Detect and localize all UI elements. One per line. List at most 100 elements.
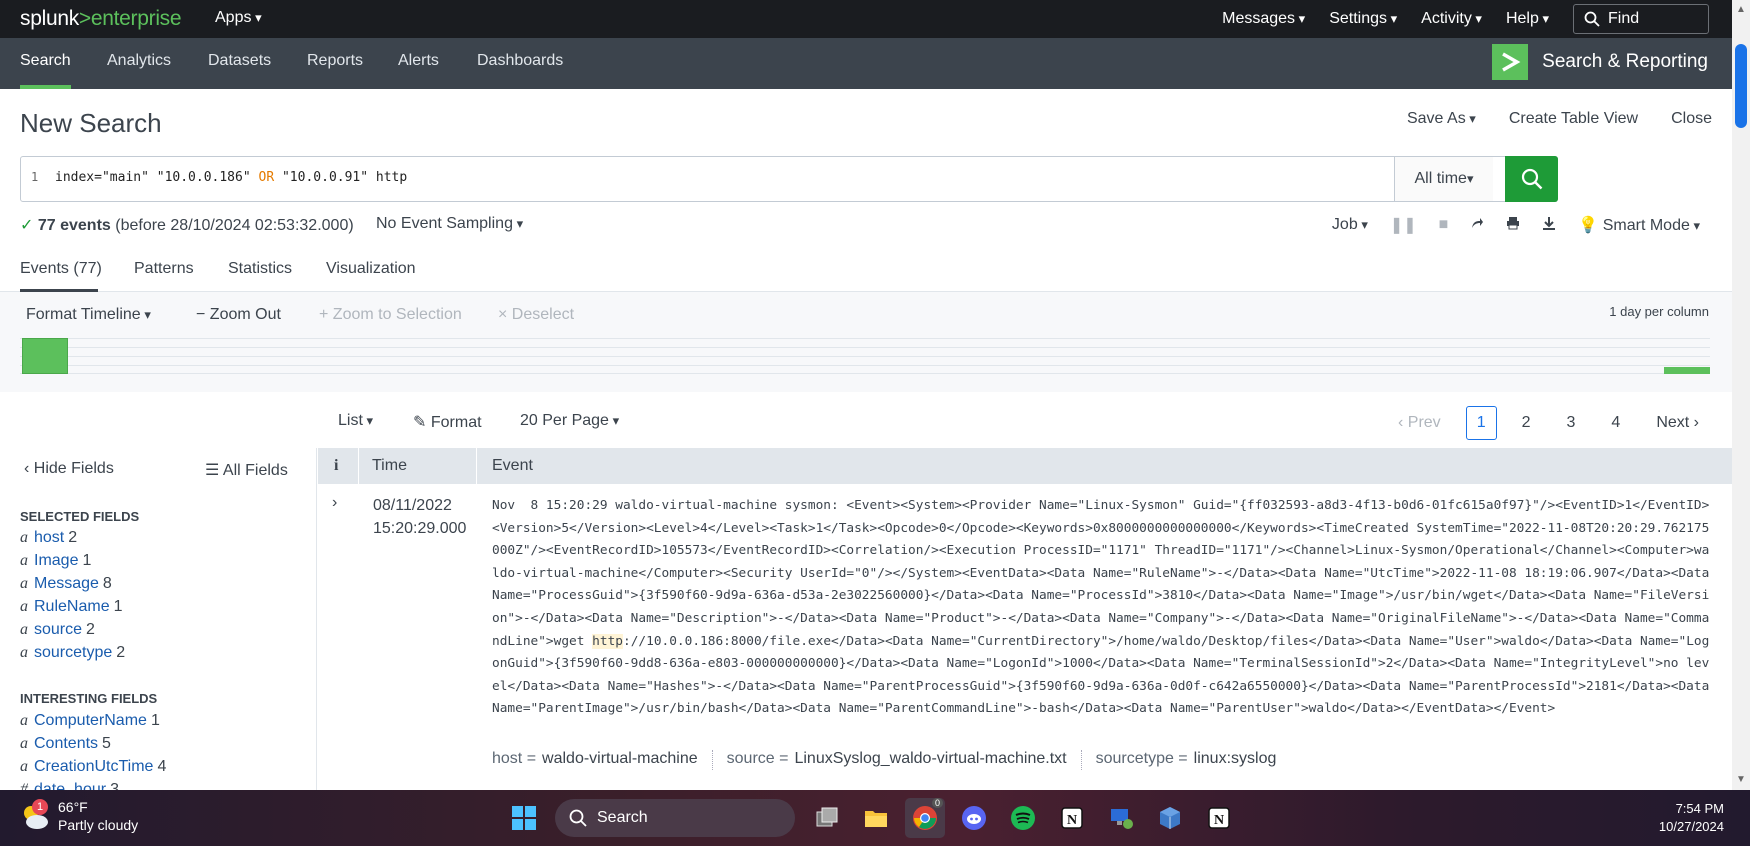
tab-patterns[interactable]: Patterns (134, 260, 194, 278)
nav-analytics[interactable]: Analytics (107, 52, 171, 70)
activity-menu[interactable]: Activity (1421, 10, 1482, 28)
list-icon: ☰ (205, 462, 223, 479)
prev-page-button[interactable]: ‹ Prev (1387, 406, 1452, 440)
page-3-button[interactable]: 3 (1556, 406, 1587, 440)
zoom-out-button[interactable]: − Zoom Out (196, 306, 281, 324)
stop-icon[interactable]: ■ (1439, 216, 1449, 234)
print-icon[interactable] (1506, 216, 1520, 235)
weather-widget[interactable]: 1 66°F Partly cloudy (20, 798, 138, 834)
close-button[interactable]: Close (1671, 110, 1712, 128)
host-value[interactable]: waldo-virtual-machine (542, 750, 698, 770)
splunk-logo[interactable]: splunk>enterprise (20, 7, 182, 31)
per-page-dropdown[interactable]: 20 Per Page (520, 412, 619, 430)
zoom-to-selection-button[interactable]: + Zoom to Selection (319, 306, 462, 324)
event-fields: host = waldo-virtual-machine source = Li… (492, 750, 1276, 770)
table-row: › 08/11/2022 15:20:29.000 Nov 8 15:20:29… (318, 484, 1732, 790)
scroll-thumb[interactable] (1735, 44, 1747, 128)
page-2-button[interactable]: 2 (1511, 406, 1542, 440)
field-contents[interactable]: a Contents 5 (20, 735, 111, 753)
field-host[interactable]: a host 2 (20, 529, 77, 547)
remote-desktop-icon[interactable] (1101, 798, 1141, 838)
nav-search[interactable]: Search (20, 52, 71, 70)
apps-menu[interactable]: Apps (215, 9, 262, 27)
search-bar[interactable]: 1 index="main" "10.0.0.186" OR "10.0.0.9… (20, 156, 1558, 202)
interesting-fields-heading: INTERESTING FIELDS (20, 691, 158, 706)
hide-fields-button[interactable]: ‹ Hide Fields (24, 460, 114, 478)
page-scrollbar[interactable]: ▲ ▼ (1732, 0, 1750, 790)
list-view-dropdown[interactable]: List (338, 412, 373, 430)
timeline-chart[interactable] (20, 338, 1710, 374)
page-1-button[interactable]: 1 (1465, 406, 1497, 440)
taskbar-search[interactable]: Search (555, 799, 795, 837)
field-source[interactable]: a source 2 (20, 621, 95, 639)
virtualbox-icon[interactable] (1150, 798, 1190, 838)
time-column-header[interactable]: Time (372, 457, 407, 475)
chrome-badge: 0 (931, 798, 943, 808)
help-menu[interactable]: Help (1506, 10, 1549, 28)
page-4-button[interactable]: 4 (1600, 406, 1631, 440)
field-sourcetype[interactable]: a sourcetype 2 (20, 644, 125, 662)
settings-menu[interactable]: Settings (1329, 10, 1397, 28)
search-button[interactable] (1505, 156, 1558, 202)
pause-icon[interactable]: ❚❚ (1390, 215, 1417, 235)
timeline-bar-last[interactable] (1664, 367, 1710, 374)
nav-reports[interactable]: Reports (307, 52, 363, 70)
messages-menu[interactable]: Messages (1222, 10, 1305, 28)
spotify-icon[interactable] (1003, 798, 1043, 838)
results-table-header: i Time Event (318, 448, 1732, 484)
system-clock[interactable]: 7:54 PM 10/27/2024 (1659, 800, 1724, 836)
nav-datasets[interactable]: Datasets (208, 52, 271, 70)
notification-badge: 1 (32, 799, 48, 815)
chevron-right-icon[interactable]: › (332, 494, 337, 512)
timeline-bar-first[interactable] (22, 338, 68, 374)
discord-icon[interactable] (954, 798, 994, 838)
windows-taskbar: 1 66°F Partly cloudy Search 0 N N 7:54 P… (0, 790, 1750, 846)
nav-dashboards[interactable]: Dashboards (477, 52, 563, 70)
file-explorer-icon[interactable] (856, 798, 896, 838)
tab-events[interactable]: Events (77) (20, 260, 102, 278)
task-view-icon[interactable] (807, 798, 847, 838)
selected-fields-heading: SELECTED FIELDS (20, 509, 140, 524)
all-fields-button[interactable]: ☰ All Fields (205, 460, 288, 480)
app-title[interactable]: Search & Reporting (1492, 44, 1708, 80)
source-value[interactable]: LinuxSyslog_waldo-virtual-machine.txt (794, 750, 1066, 770)
scroll-up-icon[interactable]: ▲ (1736, 4, 1746, 15)
event-sampling-dropdown[interactable]: No Event Sampling (376, 215, 523, 233)
chrome-icon[interactable]: 0 (905, 798, 945, 838)
scroll-down-icon[interactable]: ▼ (1736, 774, 1746, 785)
create-table-view-button[interactable]: Create Table View (1509, 110, 1638, 128)
svg-text:N: N (1067, 813, 1077, 828)
field-rulename[interactable]: a RuleName 1 (20, 598, 123, 616)
event-raw-text[interactable]: Nov 8 15:20:29 waldo-virtual-machine sys… (492, 495, 1714, 721)
next-page-button[interactable]: Next › (1645, 406, 1710, 440)
event-column-header[interactable]: Event (492, 457, 533, 475)
field-date-hour[interactable]: # date_hour 3 (20, 781, 119, 790)
job-menu[interactable]: Job (1332, 216, 1368, 234)
field-creationutctime[interactable]: a CreationUtcTime 4 (20, 758, 166, 776)
line-number: 1 (31, 170, 39, 184)
deselect-button[interactable]: × Deselect (498, 306, 574, 324)
search-query-input[interactable]: index="main" "10.0.0.186" OR "10.0.0.91"… (55, 170, 407, 185)
info-column-header: i (334, 457, 339, 474)
field-computername[interactable]: a ComputerName 1 (20, 712, 160, 730)
windows-start-icon[interactable] (504, 798, 544, 838)
tab-visualization[interactable]: Visualization (326, 260, 416, 278)
field-image[interactable]: a Image 1 (20, 552, 91, 570)
sourcetype-value[interactable]: linux:syslog (1194, 750, 1277, 770)
field-message[interactable]: a Message 8 (20, 575, 112, 593)
search-mode-dropdown[interactable]: 💡 Smart Mode (1578, 215, 1700, 235)
format-timeline-button[interactable]: Format Timeline (26, 306, 151, 324)
event-time[interactable]: 08/11/2022 15:20:29.000 (373, 494, 473, 540)
timeline-scale: 1 day per column (1609, 304, 1709, 319)
format-button[interactable]: ✎ Format (413, 412, 482, 432)
notion-icon[interactable]: N (1052, 798, 1092, 838)
share-icon[interactable] (1470, 216, 1484, 235)
save-as-button[interactable]: Save As (1374, 110, 1476, 128)
export-icon[interactable] (1542, 216, 1556, 235)
find-input[interactable]: Find (1573, 4, 1709, 34)
time-range-picker[interactable]: All time (1394, 157, 1493, 201)
notion-icon-2[interactable]: N (1199, 798, 1239, 838)
nav-alerts[interactable]: Alerts (398, 52, 439, 70)
top-bar: splunk>enterprise Apps Messages Settings… (0, 0, 1732, 38)
tab-statistics[interactable]: Statistics (228, 260, 292, 278)
